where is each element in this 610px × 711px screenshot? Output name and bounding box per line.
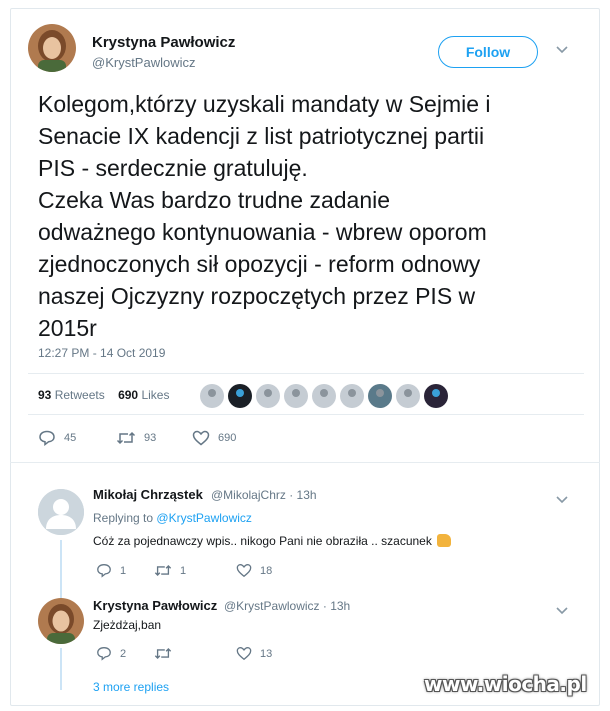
reply-actions: 1 1 18 — [96, 563, 272, 578]
tweet-text-line: naszej Ojczyzny rozpoczętych przez PIS w — [38, 283, 476, 309]
reply-text: Cóż za pojednawczy wpis.. nikogo Pani ni… — [93, 534, 452, 548]
retweets-count[interactable]: 93 — [38, 388, 51, 402]
reply-count: 45 — [64, 432, 77, 444]
heart-icon — [192, 430, 210, 446]
reply-meta: @MikolajChrz · 13h — [211, 488, 317, 502]
retweet-action[interactable]: 1 — [154, 563, 236, 578]
retweet-action[interactable] — [154, 646, 236, 661]
more-replies-link[interactable]: 3 more replies — [93, 680, 169, 694]
tweet-text-line: Czeka Was bardzo trudne zadanie — [38, 187, 391, 213]
like-count: 690 — [218, 432, 237, 444]
likes-count[interactable]: 690 — [118, 388, 138, 402]
tweet-text-line: odważnego kontynuowania - wbrew oporom — [38, 219, 487, 245]
retweet-count: 1 — [180, 564, 187, 577]
tweet-text-line: 2015r — [38, 315, 97, 341]
reply-author-name[interactable]: Mikołaj Chrząstek — [93, 487, 203, 502]
reply-meta: @KrystPawlowicz · 13h — [224, 599, 350, 613]
replying-to-handle[interactable]: @KrystPawlowicz — [156, 511, 252, 525]
tweet-text-line: Senacie IX kadencji z list patriotycznej… — [38, 123, 485, 149]
retweet-icon — [116, 431, 136, 445]
reply-time[interactable]: · 13h — [323, 599, 350, 613]
like-action[interactable]: 690 — [192, 430, 236, 446]
thumbs-up-icon — [437, 534, 452, 547]
heart-icon — [236, 564, 252, 578]
reply-icon — [39, 430, 55, 446]
reply-avatar[interactable] — [38, 598, 84, 644]
chevron-down-icon[interactable] — [556, 42, 568, 57]
reply-author-handle[interactable]: @KrystPawlowicz — [224, 599, 320, 613]
reply-count: 2 — [120, 647, 127, 660]
author-handle[interactable]: @KrystPawlowicz — [92, 55, 196, 70]
thread-line — [60, 648, 62, 690]
likes-label[interactable]: Likes — [141, 388, 169, 402]
reply-icon — [97, 647, 111, 661]
liker-avatar[interactable] — [256, 384, 280, 408]
liker-avatar[interactable] — [424, 384, 448, 408]
like-count: 18 — [260, 564, 273, 577]
reply-author-name[interactable]: Krystyna Pawłowicz — [93, 598, 217, 613]
reply-text-content: Cóż za pojednawczy wpis.. nikogo Pani ni… — [93, 534, 432, 548]
like-count: 13 — [260, 647, 273, 660]
reply-action[interactable]: 1 — [96, 563, 154, 578]
liker-avatar[interactable] — [312, 384, 336, 408]
divider — [10, 462, 600, 463]
retweet-icon — [154, 648, 172, 659]
tweet-text-line: zjednoczonych sił opozycji - reform odno… — [38, 251, 481, 277]
reply-avatar[interactable] — [38, 489, 84, 535]
reply-action[interactable]: 45 — [38, 430, 116, 446]
watermark: www.wiocha.pl — [424, 672, 587, 696]
reply-actions: 2 13 — [96, 646, 272, 661]
divider — [28, 373, 584, 374]
chevron-down-icon[interactable] — [556, 492, 568, 507]
retweet-icon — [154, 565, 172, 576]
heart-icon — [236, 647, 252, 661]
replying-to: Replying to @KrystPawlowicz — [93, 511, 252, 525]
reply-action[interactable]: 2 — [96, 646, 154, 661]
retweet-action[interactable]: 93 — [116, 430, 192, 446]
like-action[interactable]: 18 — [236, 563, 272, 578]
tweet-text: Kolegom,którzy uzyskali mandaty w Sejmie… — [38, 88, 578, 344]
reply-icon — [97, 564, 111, 578]
follow-button[interactable]: Follow — [438, 36, 538, 68]
tweet-text-line: PIS - serdecznie gratuluję. — [38, 155, 308, 181]
tweet-actions: 45 93 690 — [38, 430, 236, 446]
liker-avatar[interactable] — [284, 384, 308, 408]
chevron-down-icon[interactable] — [556, 603, 568, 618]
divider — [28, 414, 584, 415]
reply-author-handle[interactable]: @MikolajChrz — [211, 488, 286, 502]
retweet-count: 93 — [144, 432, 157, 444]
tweet-text-line: Kolegom,którzy uzyskali mandaty w Sejmie… — [38, 91, 491, 117]
liker-avatar[interactable] — [228, 384, 252, 408]
reply-text: Zjeżdżaj,ban — [93, 618, 162, 632]
reply-count: 1 — [120, 564, 127, 577]
liker-avatar[interactable] — [368, 384, 392, 408]
likers-avatars — [200, 384, 448, 408]
author-name[interactable]: Krystyna Pawłowicz — [92, 34, 235, 51]
like-action[interactable]: 13 — [236, 646, 272, 661]
liker-avatar[interactable] — [200, 384, 224, 408]
retweets-label[interactable]: Retweets — [55, 388, 105, 402]
liker-avatar[interactable] — [396, 384, 420, 408]
reply-time[interactable]: · 13h — [289, 488, 316, 502]
tweet-timestamp[interactable]: 12:27 PM - 14 Oct 2019 — [38, 346, 165, 360]
liker-avatar[interactable] — [340, 384, 364, 408]
replying-to-prefix: Replying to — [93, 511, 154, 525]
author-avatar[interactable] — [28, 24, 76, 72]
tweet-stats: 93 Retweets 690 Likes — [38, 388, 169, 402]
